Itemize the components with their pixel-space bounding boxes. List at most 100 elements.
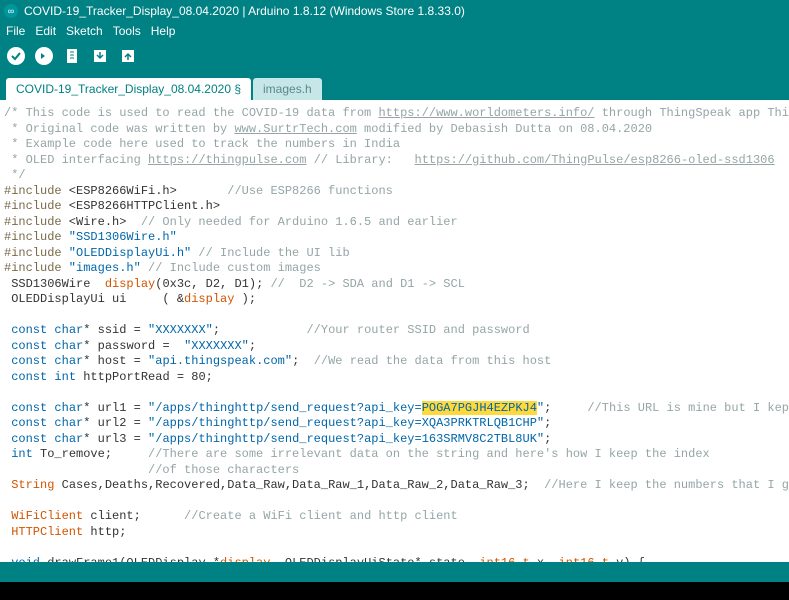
code-text: "OLEDDisplayUi.h" bbox=[62, 246, 192, 260]
title-bar: ∞ COVID-19_Tracker_Display_08.04.2020 | … bbox=[0, 0, 789, 22]
menu-edit[interactable]: Edit bbox=[31, 24, 60, 38]
code-text: char bbox=[47, 354, 83, 368]
code-text: ; bbox=[544, 432, 551, 446]
code-text: "XXXXXXX" bbox=[148, 323, 213, 337]
code-text: ; bbox=[544, 416, 551, 430]
toolbar bbox=[0, 40, 789, 72]
code-text: ); bbox=[234, 292, 256, 306]
code-text: // Only needed for Arduino 1.6.5 and ear… bbox=[126, 215, 457, 229]
code-text: "/apps/thinghttp/send_request?api_key= bbox=[148, 401, 422, 415]
code-text: * host = bbox=[83, 354, 148, 368]
menu-bar: File Edit Sketch Tools Help bbox=[0, 22, 789, 40]
code-text: * password = bbox=[83, 339, 184, 353]
code-text: int bbox=[4, 447, 33, 461]
code-text: ; bbox=[544, 401, 587, 415]
code-text: OLEDDisplayUi ui ( & bbox=[4, 292, 184, 306]
code-text: const bbox=[4, 339, 47, 353]
code-text: // Include the UI lib bbox=[191, 246, 349, 260]
code-text: const bbox=[4, 370, 47, 384]
code-text: ; bbox=[249, 339, 256, 353]
code-editor[interactable]: /* This code is used to read the COVID-1… bbox=[0, 100, 789, 562]
code-text: //Use ESP8266 functions bbox=[177, 184, 393, 198]
code-text: httpPortRead = 80; bbox=[76, 370, 213, 384]
code-text: String bbox=[4, 478, 54, 492]
code-text: <Wire.h> bbox=[62, 215, 127, 229]
code-text: https://github.com/ThingPulse/esp8266-ol… bbox=[415, 153, 775, 167]
save-button[interactable] bbox=[116, 44, 140, 68]
upload-button[interactable] bbox=[32, 44, 56, 68]
code-text: display bbox=[105, 277, 155, 291]
code-text: char bbox=[47, 401, 83, 415]
code-text: * url3 = bbox=[83, 432, 148, 446]
verify-button[interactable] bbox=[4, 44, 28, 68]
code-text: "api.thingspeak.com" bbox=[148, 354, 292, 368]
code-text: through ThingSpeak app ThingHTTP and di bbox=[595, 106, 789, 120]
status-bar bbox=[0, 562, 789, 582]
tab-main[interactable]: COVID-19_Tracker_Display_08.04.2020 § bbox=[6, 78, 251, 100]
code-text: //We read the data from this host bbox=[314, 354, 552, 368]
code-text: * OLED interfacing bbox=[4, 153, 148, 167]
code-text: #include bbox=[4, 184, 62, 198]
arduino-logo-icon: ∞ bbox=[4, 4, 18, 18]
code-text: * Example code here used to track the nu… bbox=[4, 137, 400, 151]
code-text: //of those characters bbox=[4, 463, 299, 477]
code-text: To_remove; bbox=[33, 447, 148, 461]
menu-file[interactable]: File bbox=[2, 24, 29, 38]
code-text: char bbox=[47, 339, 83, 353]
new-button[interactable] bbox=[60, 44, 84, 68]
code-text: // Include custom images bbox=[141, 261, 321, 275]
code-text: http; bbox=[83, 525, 126, 539]
code-text: "XXXXXXX" bbox=[184, 339, 249, 353]
code-text: // D2 -> SDA and D1 -> SCL bbox=[270, 277, 464, 291]
code-text: "/apps/thinghttp/send_request?api_key=XQ… bbox=[148, 416, 544, 430]
menu-help[interactable]: Help bbox=[147, 24, 180, 38]
code-text: "SSD1306Wire.h" bbox=[62, 230, 177, 244]
code-text: www.SurtrTech.com bbox=[234, 122, 356, 136]
tab-images[interactable]: images.h bbox=[253, 78, 322, 100]
code-text: <ESP8266HTTPClient.h> bbox=[62, 199, 220, 213]
code-text: const bbox=[4, 323, 47, 337]
code-text: WiFiClient bbox=[4, 509, 83, 523]
code-text: int bbox=[47, 370, 76, 384]
code-text: #include bbox=[4, 261, 62, 275]
console-output bbox=[0, 582, 789, 600]
code-text: SSD1306Wire bbox=[4, 277, 105, 291]
code-text: * url1 = bbox=[83, 401, 148, 415]
code-text: <ESP8266WiFi.h> bbox=[62, 184, 177, 198]
code-text: modified by Debasish Dutta on 08.04.2020 bbox=[357, 122, 652, 136]
code-text: (0x3c, D2, D1); bbox=[155, 277, 270, 291]
code-text: client; bbox=[83, 509, 184, 523]
code-text: * url2 = bbox=[83, 416, 148, 430]
code-text: //Here I keep the numbers that I got bbox=[544, 478, 789, 492]
code-text: #include bbox=[4, 230, 62, 244]
highlighted-text: POGA7PGJH4EZPKJ4 bbox=[422, 401, 537, 415]
code-text: ; bbox=[292, 354, 314, 368]
code-text: const bbox=[4, 432, 47, 446]
code-text: char bbox=[47, 323, 83, 337]
code-text: * Original code was written by bbox=[4, 122, 234, 136]
code-text: https://www.worldometers.info/ bbox=[378, 106, 594, 120]
code-text: const bbox=[4, 416, 47, 430]
code-text: HTTPClient bbox=[4, 525, 83, 539]
menu-tools[interactable]: Tools bbox=[109, 24, 145, 38]
code-text: // Library: bbox=[306, 153, 414, 167]
window-title: COVID-19_Tracker_Display_08.04.2020 | Ar… bbox=[24, 4, 465, 18]
code-text: //This URL is mine but I kept it so you bbox=[587, 401, 789, 415]
code-text: display bbox=[184, 292, 234, 306]
tab-bar: COVID-19_Tracker_Display_08.04.2020 § im… bbox=[0, 72, 789, 100]
code-text: "/apps/thinghttp/send_request?api_key=16… bbox=[148, 432, 544, 446]
code-text: //There are some irrelevant data on the … bbox=[148, 447, 710, 461]
menu-sketch[interactable]: Sketch bbox=[62, 24, 107, 38]
code-text: //Your router SSID and password bbox=[306, 323, 529, 337]
code-text: ; bbox=[213, 323, 307, 337]
code-text: https://thingpulse.com bbox=[148, 153, 306, 167]
code-text: char bbox=[47, 416, 83, 430]
code-text: * ssid = bbox=[83, 323, 148, 337]
code-text: const bbox=[4, 354, 47, 368]
open-button[interactable] bbox=[88, 44, 112, 68]
code-text: const bbox=[4, 401, 47, 415]
code-text: #include bbox=[4, 246, 62, 260]
code-text: #include bbox=[4, 199, 62, 213]
code-text: //Create a WiFi client and http client bbox=[184, 509, 458, 523]
code-text: char bbox=[47, 432, 83, 446]
